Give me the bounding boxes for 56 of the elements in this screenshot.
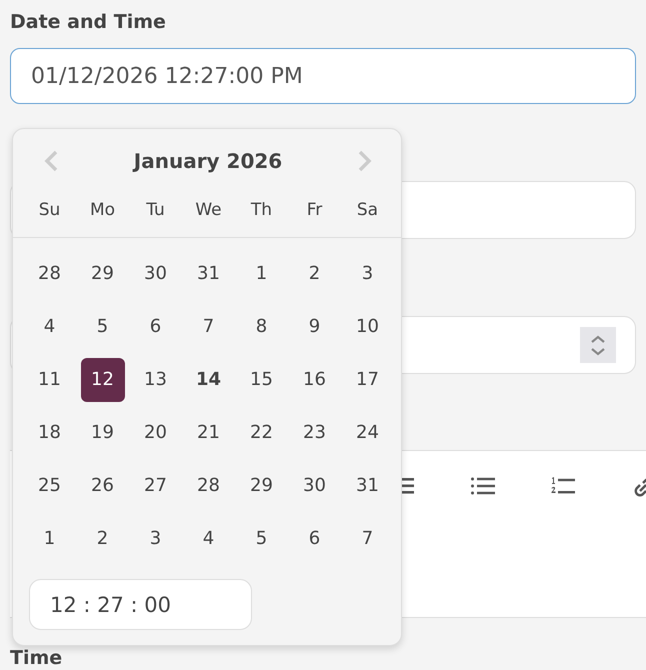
calendar-day[interactable]: 1 [28,516,72,560]
month-title: January 2026 [134,149,282,173]
calendar-day[interactable]: 18 [28,410,72,454]
calendar-day[interactable]: 10 [346,304,390,348]
calendar-day[interactable]: 21 [186,410,230,454]
weekday-label: Sa [356,200,380,220]
calendar-day[interactable]: 19 [80,410,124,454]
calendar-day[interactable]: 28 [186,464,230,508]
weekday-label: Su [38,200,62,220]
calendar-day[interactable]: 27 [134,464,178,508]
numbered-list-icon[interactable] [551,477,575,495]
calendar-day[interactable]: 9 [292,304,336,348]
bullet-list-icon[interactable] [471,477,495,495]
calendar-day[interactable]: 11 [28,358,72,402]
calendar-day[interactable]: 4 [28,304,72,348]
calendar-day[interactable]: 7 [186,304,230,348]
calendar-day[interactable]: 3 [346,252,390,296]
weekday-label: Th [250,200,274,220]
calendar-day[interactable]: 14 [186,358,230,402]
calendar-day[interactable]: 28 [28,252,72,296]
calendar-day[interactable]: 7 [346,516,390,560]
time-field[interactable]: 12 : 27 : 00 [29,579,252,630]
calendar-day[interactable]: 5 [240,516,284,560]
calendar-day[interactable]: 8 [240,304,284,348]
calendar-day[interactable]: 12 [80,358,124,402]
calendar-day[interactable]: 24 [346,410,390,454]
calendar-day[interactable]: 5 [80,304,124,348]
weekday-label: Mo [88,200,116,220]
calendar-day[interactable]: 26 [80,464,124,508]
calendar-day[interactable]: 15 [240,358,284,402]
weekday-label: Tu [145,200,166,220]
field-label: Date and Time [10,10,167,35]
calendar-day[interactable]: 29 [240,464,284,508]
calendar-day[interactable]: 25 [28,464,72,508]
calendar-day[interactable]: 22 [240,410,284,454]
field-label: Time [10,649,62,668]
calendar-day[interactable]: 4 [186,516,230,560]
calendar-day[interactable]: 23 [292,410,336,454]
calendar-day[interactable]: 1 [240,252,284,296]
calendar-day[interactable]: 2 [292,252,336,296]
calendar-day[interactable]: 29 [80,252,124,296]
calendar-day[interactable]: 6 [292,516,336,560]
calendar-day[interactable]: 16 [292,358,336,402]
date-time-field[interactable]: 01/12/2026 12:27:00 PM [10,48,636,104]
calendar-day[interactable]: 13 [134,358,178,402]
weekday-label: We [194,200,223,220]
calendar-day[interactable]: 6 [134,304,178,348]
calendar-day[interactable]: 17 [346,358,390,402]
calendar-day[interactable]: 31 [186,252,230,296]
calendar-day[interactable]: 20 [134,410,178,454]
calendar-day[interactable]: 31 [346,464,390,508]
calendar-day[interactable]: 30 [292,464,336,508]
calendar-day[interactable]: 30 [134,252,178,296]
calendar-day[interactable]: 2 [80,516,124,560]
calendar-day[interactable]: 3 [134,516,178,560]
weekday-label: Fr [306,200,324,220]
